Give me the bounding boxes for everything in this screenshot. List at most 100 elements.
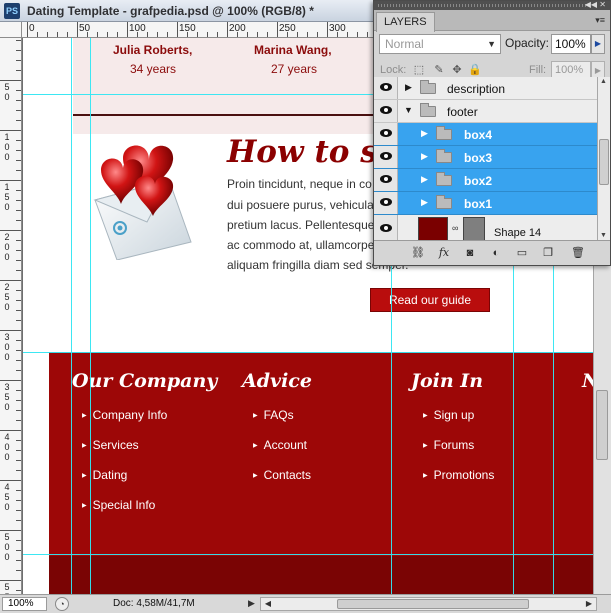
scroll-right-arrow-icon[interactable]: ▶ [583,598,595,610]
visibility-eye-icon[interactable] [374,169,398,191]
ruler-tick [16,100,21,101]
adjustment-layer-icon[interactable]: ◐ [488,245,504,261]
opacity-field[interactable]: 100% [551,34,591,54]
footer-link[interactable]: ▶ Special Info [82,498,155,512]
ruler-vertical[interactable]: 50 100 150 200 250 300 350 400 450 500 550 [0,38,22,594]
read-guide-button[interactable]: Read our guide [370,288,490,312]
layer-row-description[interactable]: ▶ description [374,77,597,100]
ruler-tick [16,590,21,591]
collapse-arrow-icon[interactable]: ▼ [404,105,413,115]
tab-layers[interactable]: LAYERS [376,12,435,32]
visibility-eye-icon[interactable] [374,192,398,214]
guide-line[interactable] [71,38,72,594]
layer-row-shape-14[interactable]: ∞ Shape 14 [374,215,597,240]
ruler-label: 50 [4,82,10,102]
scroll-down-arrow-icon[interactable]: ▼ [600,232,607,239]
bullet-arrow-icon: ▶ [82,503,87,509]
folder-icon [420,80,436,94]
guide-line[interactable] [23,352,611,353]
layer-row-box2[interactable]: ▶ box2 [374,169,597,192]
layer-row-footer[interactable]: ▼ footer [374,100,597,123]
ruler-label: 100 [4,132,10,162]
footer-link[interactable]: ▶ Company Info [82,408,167,422]
navigator-icon[interactable]: ◔ [55,597,69,611]
visibility-eye-icon[interactable] [374,100,398,122]
scroll-up-arrow-icon[interactable]: ▲ [600,78,607,85]
link-layers-icon[interactable]: ⛓ [410,245,426,261]
footer-link[interactable]: ▶ Contacts [253,468,311,482]
new-group-icon[interactable]: ▭ [514,245,530,261]
guide-line[interactable] [90,38,91,594]
footer-bottom-bar [49,556,611,594]
blend-mode-select[interactable]: Normal ▼ [379,34,501,54]
bullet-arrow-icon: ▶ [253,443,258,449]
ruler-tick [16,340,21,341]
ruler-tick [0,280,21,281]
new-layer-icon[interactable]: ❐ [540,245,556,261]
layer-row-box1[interactable]: ▶ box1 [374,192,597,215]
footer-link[interactable]: ▶ Dating [82,468,127,482]
footer-link[interactable]: ▶ Promotions [423,468,494,482]
ruler-tick [16,400,21,401]
panel-menu-icon[interactable]: ▾≡ [595,15,605,26]
status-menu-arrow-icon[interactable]: ▶ [248,598,255,609]
ruler-tick [107,32,108,37]
expand-arrow-icon[interactable]: ▶ [405,82,412,93]
opacity-label: Opacity: [505,36,550,50]
footer-link[interactable]: ▶ Sign up [423,408,474,422]
expand-arrow-icon[interactable]: ▶ [421,174,428,185]
vector-mask-thumbnail [463,217,485,240]
ruler-tick [357,32,358,37]
panel-drag-bar[interactable]: ◀◀ ✕ [374,0,610,10]
ruler-tick [16,150,21,151]
guide-line[interactable] [23,554,611,555]
scroll-left-arrow-icon[interactable]: ◀ [262,598,274,610]
visibility-eye-icon[interactable] [374,146,398,168]
expand-arrow-icon[interactable]: ▶ [421,197,428,208]
chain-link-icon[interactable]: ∞ [452,223,458,233]
layers-panel: ◀◀ ✕ LAYERS ▾≡ Normal ▼ Opacity: 100% ▶ … [373,0,611,266]
visibility-eye-icon[interactable] [374,215,398,240]
zoom-level-field[interactable]: 100% [2,597,47,611]
ruler-tick [47,32,48,37]
collapse-panel-icon[interactable]: ◀◀ ✕ [585,0,606,9]
folder-icon [436,126,452,140]
document-vertical-scrollbar[interactable] [593,266,611,594]
visibility-eye-icon[interactable] [374,123,398,145]
footer-link[interactable]: ▶ Forums [423,438,474,452]
layer-row-box4[interactable]: ▶ box4 [374,123,597,146]
ruler-tick [277,22,278,37]
document-size[interactable]: Doc: 4,58M/41,7M [113,598,195,609]
lock-transparent-icon[interactable]: ⬚ [412,63,426,77]
expand-arrow-icon[interactable]: ▶ [421,128,428,139]
ruler-tick [16,420,21,421]
add-mask-icon[interactable]: ◙ [462,245,478,261]
scrollbar-thumb[interactable] [599,139,609,185]
ruler-tick [0,380,21,381]
lock-image-icon[interactable]: ✎ [432,63,446,77]
ruler-tick [0,180,21,181]
status-bar: 100% ◔ Doc: 4,58M/41,7M ▶ ◀ ▶ [0,594,611,613]
member-name: Marina Wang, [254,43,332,57]
ruler-tick [27,22,28,37]
scrollbar-thumb[interactable] [596,390,608,460]
fx-icon[interactable]: fx [436,245,452,261]
visibility-eye-icon[interactable] [374,77,398,99]
footer-link[interactable]: ▶ Account [253,438,307,452]
ruler-tick [16,290,21,291]
ruler-label: 200 [229,23,246,34]
layer-row-box3[interactable]: ▶ box3 [374,146,597,169]
expand-arrow-icon[interactable]: ▶ [421,151,428,162]
lock-all-icon[interactable]: 🔒 [468,63,482,77]
ruler-tick [16,310,21,311]
document-horizontal-scrollbar[interactable]: ◀ ▶ [260,597,597,611]
opacity-slider-arrow-icon[interactable]: ▶ [591,34,605,54]
ruler-origin[interactable] [0,22,22,38]
ruler-tick [16,160,21,161]
scrollbar-thumb[interactable] [337,599,529,609]
footer-link[interactable]: ▶ FAQs [253,408,294,422]
lock-position-icon[interactable]: ✥ [450,63,464,77]
layers-scrollbar[interactable]: ▲ ▼ [597,77,610,240]
ruler-label: 150 [179,23,196,34]
trash-icon[interactable]: 🗑 [570,245,586,261]
